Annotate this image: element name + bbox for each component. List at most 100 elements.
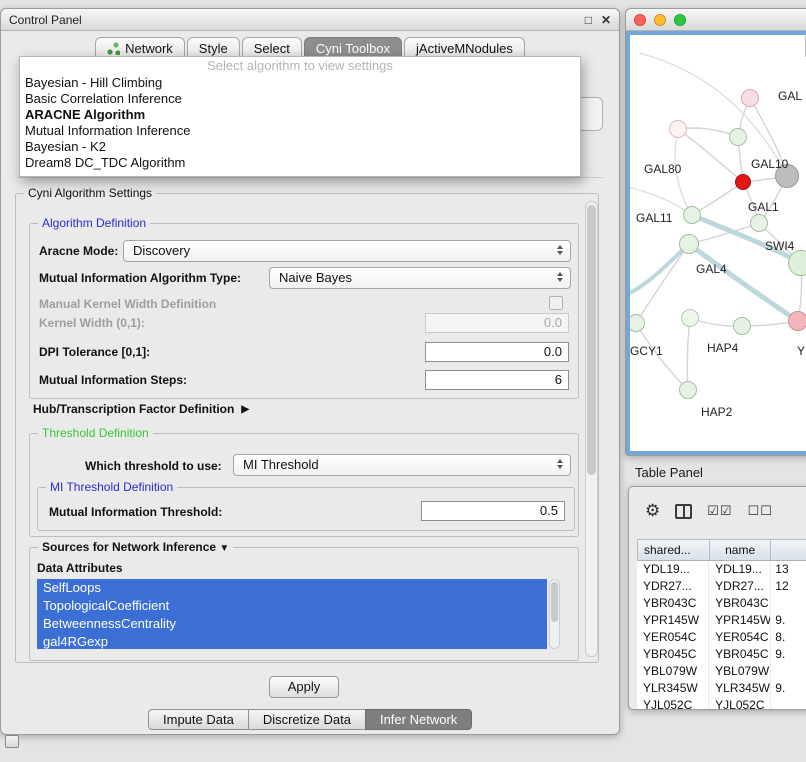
close-icon[interactable]: ✕ [601, 13, 611, 27]
table-cell: YBL079W [637, 663, 709, 680]
table-cell: 13 [771, 561, 806, 578]
scrollbar-thumb[interactable] [551, 582, 558, 622]
algorithm-option[interactable]: Mutual Information Inference [20, 123, 580, 139]
mi-type-label: Mutual Information Algorithm Type: [39, 271, 241, 285]
mi-type-value: Naive Bayes [279, 270, 352, 285]
table-cell: YBR043C [637, 595, 709, 612]
node-label: GCY1 [630, 344, 663, 358]
columns-icon[interactable] [675, 504, 692, 519]
tab-label: Network [125, 41, 173, 56]
network-node[interactable] [683, 206, 701, 224]
attribute-item[interactable]: SelfLoops [37, 579, 547, 597]
control-panel-titlebar[interactable]: Control Panel □ ✕ [1, 9, 619, 31]
data-attributes-label: Data Attributes [37, 561, 123, 575]
network-node[interactable] [729, 128, 747, 146]
hub-section-toggle[interactable]: Hub/Transcription Factor Definition ▶ [33, 402, 249, 416]
mi-threshold-label: Mutual Information Threshold: [49, 505, 222, 519]
bottom-tab-bar: Impute DataDiscretize DataInfer Network [148, 709, 472, 730]
network-node[interactable] [735, 174, 751, 190]
table-cell [771, 595, 806, 612]
algorithm-definition-title: Algorithm Definition [38, 216, 150, 230]
scrollbar-thumb[interactable] [587, 205, 596, 475]
which-threshold-select[interactable]: MI Threshold [233, 454, 571, 476]
table-row[interactable]: YDR27...YDR27...12 [637, 578, 806, 595]
network-canvas[interactable]: GALGAL80GAL10GAL11GAL1SWI4GAL4GCY1HAP4HA… [626, 31, 806, 455]
table-cell: YLR345W [637, 680, 709, 697]
table-cell [771, 697, 806, 709]
attribute-item[interactable]: BetweennessCentrality [37, 615, 547, 633]
attribute-item[interactable]: TopologicalCoefficient [37, 597, 547, 615]
table-row[interactable]: YBR045CYBR045C9. [637, 646, 806, 663]
table-cell: YPR145W [709, 612, 771, 629]
algorithm-option[interactable]: ARACNE Algorithm [20, 107, 580, 123]
select-all-icon[interactable]: ☑☑ [707, 503, 732, 519]
groupbox-edge [17, 177, 603, 178]
table-row[interactable]: YLR345WYLR345W9. [637, 680, 806, 697]
network-node[interactable] [750, 214, 768, 232]
mi-steps-input[interactable]: 6 [425, 370, 569, 390]
table-header-cell[interactable]: shared... [638, 540, 710, 560]
settings-scrollbar[interactable] [585, 201, 598, 657]
which-threshold-label: Which threshold to use: [85, 459, 222, 473]
network-node[interactable] [627, 314, 645, 332]
network-node[interactable] [681, 309, 699, 327]
algorithm-option[interactable]: Dream8 DC_TDC Algorithm [20, 155, 580, 171]
mi-threshold-input[interactable]: 0.5 [421, 501, 565, 521]
table-row[interactable]: YER054CYER054C8. [637, 629, 806, 646]
node-label: Y [797, 344, 805, 358]
minimized-panel-icon[interactable] [5, 735, 19, 748]
attribute-item[interactable]: gal4RGexp [37, 633, 547, 649]
bottom-tab-impute-data[interactable]: Impute Data [148, 709, 249, 730]
network-node[interactable] [679, 381, 697, 399]
tab-label: Select [254, 41, 290, 56]
table-cell: YLR345W [709, 680, 771, 697]
hub-section-label: Hub/Transcription Factor Definition [33, 402, 234, 416]
window-title: Control Panel [9, 13, 82, 27]
kernel-width-input[interactable]: 0.0 [425, 313, 569, 333]
network-node[interactable] [741, 89, 759, 107]
table-row[interactable]: YJL052CYJL052C [637, 697, 806, 709]
table-cell: 12 [771, 578, 806, 595]
settings-group-title: Cyni Algorithm Settings [24, 186, 156, 200]
network-node[interactable] [788, 311, 806, 331]
network-node[interactable] [679, 234, 699, 254]
apply-button[interactable]: Apply [269, 676, 339, 698]
algorithm-option[interactable]: Bayesian - Hill Climbing [20, 75, 580, 91]
deselect-all-icon[interactable]: ☐☐ [748, 503, 773, 519]
table-panel-title: Table Panel [635, 465, 703, 480]
node-label: HAP2 [701, 405, 732, 419]
gear-icon[interactable]: ⚙ [645, 501, 660, 521]
close-traffic-button[interactable] [634, 14, 646, 26]
table-row[interactable]: YPR145WYPR145W9. [637, 612, 806, 629]
table-panel-window: ⚙ ☑☑ ☐☐ shared...name YDL19...YDL19...13… [628, 486, 806, 710]
manual-kernel-checkbox[interactable] [549, 296, 563, 310]
mi-type-select[interactable]: Naive Bayes [269, 267, 571, 289]
tab-label: jActiveMNodules [416, 41, 513, 56]
table-cell: YER054C [637, 629, 709, 646]
network-window-titlebar[interactable] [626, 9, 806, 31]
table-header-cell[interactable] [771, 540, 806, 560]
table-cell: YBL079W [709, 663, 771, 680]
dpi-tolerance-input[interactable]: 0.0 [425, 342, 569, 362]
network-node[interactable] [733, 317, 751, 335]
aracne-mode-select[interactable]: Discovery [123, 240, 571, 262]
expanded-arrow-icon: ▼ [219, 543, 229, 554]
bottom-tab-infer-network[interactable]: Infer Network [365, 709, 472, 730]
algorithm-option[interactable]: Basic Correlation Inference [20, 91, 580, 107]
algorithm-option[interactable]: Bayesian - K2 [20, 139, 580, 155]
sources-section-toggle[interactable]: Sources for Network Inference ▼ [38, 540, 233, 554]
bottom-tab-discretize-data[interactable]: Discretize Data [248, 709, 366, 730]
restore-icon[interactable]: □ [585, 13, 592, 27]
network-node[interactable] [669, 120, 687, 138]
attribute-list-scrollbar[interactable] [549, 579, 560, 649]
table-row[interactable]: YBL079WYBL079W [637, 663, 806, 680]
zoom-traffic-button[interactable] [674, 14, 686, 26]
table-row[interactable]: YDL19...YDL19...13 [637, 561, 806, 578]
collapsed-arrow-icon: ▶ [241, 404, 249, 415]
table-cell: YDR27... [709, 578, 771, 595]
table-row[interactable]: YBR043CYBR043C [637, 595, 806, 612]
table-header-cell[interactable]: name [710, 540, 771, 560]
tab-label: Style [199, 41, 228, 56]
table-body: YDL19...YDL19...13YDR27...YDR27...12YBR0… [637, 561, 806, 709]
minimize-traffic-button[interactable] [654, 14, 666, 26]
